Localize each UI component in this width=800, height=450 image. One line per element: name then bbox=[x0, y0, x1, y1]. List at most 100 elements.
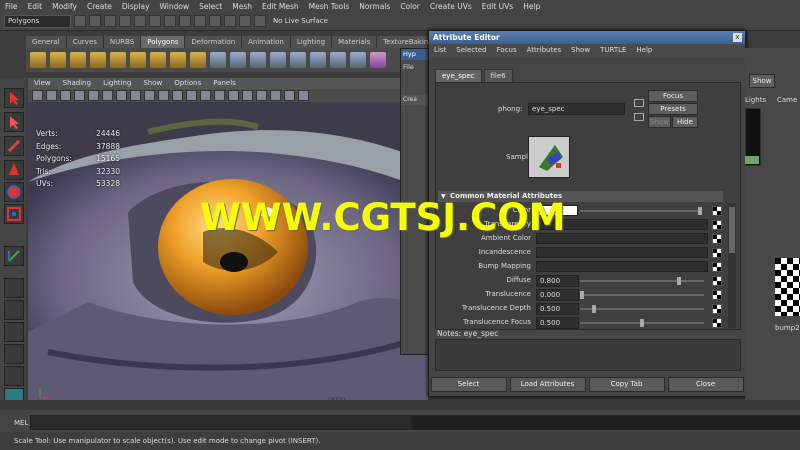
select-hierarchy-icon[interactable] bbox=[119, 15, 131, 27]
wire-on-shaded-icon[interactable] bbox=[200, 90, 211, 101]
ae-menu-attributes[interactable]: Attributes bbox=[522, 44, 567, 57]
menu-mesh-tools[interactable]: Mesh Tools bbox=[304, 2, 355, 11]
menu-normals[interactable]: Normals bbox=[354, 2, 395, 11]
vp-menu-lighting[interactable]: Lighting bbox=[97, 78, 137, 89]
select-object-icon[interactable] bbox=[134, 15, 146, 27]
menu-edit-uvs[interactable]: Edit UVs bbox=[477, 2, 518, 11]
hypershade-menu-file[interactable]: File bbox=[403, 63, 414, 71]
translucence-depth-field[interactable]: 0.500 bbox=[536, 303, 579, 315]
wireframe-icon[interactable] bbox=[172, 90, 183, 101]
poly-cone-icon[interactable] bbox=[90, 52, 106, 68]
bridge-icon[interactable] bbox=[270, 52, 286, 68]
uv-editor-icon[interactable] bbox=[370, 52, 386, 68]
tab-file6[interactable]: file6 bbox=[483, 69, 513, 82]
append-icon[interactable] bbox=[290, 52, 306, 68]
shelf-tab-general[interactable]: General bbox=[26, 36, 67, 48]
use-lights-icon[interactable] bbox=[228, 90, 239, 101]
menu-create-uvs[interactable]: Create UVs bbox=[425, 2, 477, 11]
field-chart-icon[interactable] bbox=[144, 90, 155, 101]
smooth-icon[interactable] bbox=[330, 52, 346, 68]
layout-outliner-icon[interactable] bbox=[4, 344, 24, 364]
poly-prism-icon[interactable] bbox=[150, 52, 166, 68]
viewport-panel[interactable]: View Shading Lighting Show Options Panel… bbox=[28, 78, 428, 408]
grid-icon[interactable] bbox=[88, 90, 99, 101]
vp-menu-view[interactable]: View bbox=[28, 78, 57, 89]
mel-input[interactable] bbox=[30, 415, 412, 430]
bump-mapping-map-icon[interactable] bbox=[712, 262, 722, 272]
focus-button[interactable]: Focus bbox=[648, 90, 698, 102]
load-attributes-button[interactable]: Load Attributes bbox=[509, 376, 586, 392]
translucence-field[interactable]: 0.000 bbox=[536, 289, 579, 301]
hide-button[interactable]: Hide bbox=[672, 116, 698, 128]
poly-cube-icon[interactable] bbox=[50, 52, 66, 68]
separate-icon[interactable] bbox=[230, 52, 246, 68]
snap-curve-icon[interactable] bbox=[179, 15, 191, 27]
diffuse-field[interactable]: 0.800 bbox=[536, 275, 579, 287]
snap-grid-icon[interactable] bbox=[164, 15, 176, 27]
shelf-tab-lighting[interactable]: Lighting bbox=[290, 36, 333, 48]
show-manipulator-icon[interactable] bbox=[4, 246, 24, 266]
diffuse-map-icon[interactable] bbox=[712, 276, 722, 286]
color-slider[interactable] bbox=[580, 207, 702, 215]
ae-menu-focus[interactable]: Focus bbox=[492, 44, 522, 57]
ae-menu-help[interactable]: Help bbox=[631, 44, 657, 57]
shadows-icon[interactable] bbox=[242, 90, 253, 101]
tab-eye-spec[interactable]: eye_spec bbox=[435, 69, 482, 82]
show-button[interactable]: Show bbox=[648, 116, 671, 128]
lasso-tool-icon[interactable] bbox=[4, 112, 24, 132]
magnet-icon[interactable] bbox=[254, 15, 266, 27]
menu-help[interactable]: Help bbox=[518, 2, 545, 11]
incandescence-field[interactable] bbox=[536, 247, 708, 258]
viewport-scene[interactable]: Verts: 24446 Edges: 37888 Polygons: 15165 T… bbox=[28, 102, 428, 408]
incandescence-map-icon[interactable] bbox=[712, 248, 722, 258]
shelf-tab-deformation[interactable]: Deformation bbox=[185, 36, 243, 48]
vp-menu-panels[interactable]: Panels bbox=[207, 78, 242, 89]
poly-pipe-icon[interactable] bbox=[190, 52, 206, 68]
scrollbar-thumb[interactable] bbox=[729, 207, 735, 253]
resolution-gate-icon[interactable] bbox=[116, 90, 127, 101]
ae-menu-show[interactable]: Show bbox=[566, 44, 595, 57]
film-gate-icon[interactable] bbox=[102, 90, 113, 101]
render-settings-icon[interactable] bbox=[239, 15, 251, 27]
rotate-tool-icon[interactable] bbox=[4, 182, 24, 202]
select-button[interactable]: Select bbox=[430, 376, 507, 392]
new-scene-icon[interactable] bbox=[74, 15, 86, 27]
translucence-focus-field[interactable]: 0.500 bbox=[536, 317, 579, 329]
input-connection-icon[interactable] bbox=[634, 99, 644, 107]
bookmark-icon[interactable] bbox=[60, 90, 71, 101]
snap-point-icon[interactable] bbox=[194, 15, 206, 27]
menu-color[interactable]: Color bbox=[395, 2, 425, 11]
shelf-tab-animation[interactable]: Animation bbox=[242, 36, 291, 48]
menu-file[interactable]: File bbox=[0, 2, 23, 11]
close-icon[interactable]: x bbox=[733, 33, 742, 42]
layout-four-icon[interactable] bbox=[4, 300, 24, 320]
poly-torus-icon[interactable] bbox=[130, 52, 146, 68]
translucence-map-icon[interactable] bbox=[712, 290, 722, 300]
menu-select[interactable]: Select bbox=[194, 2, 227, 11]
translucence-focus-slider[interactable] bbox=[580, 319, 704, 327]
render-icon[interactable] bbox=[209, 15, 221, 27]
vp-menu-shading[interactable]: Shading bbox=[57, 78, 97, 89]
tab-cameras[interactable]: Came bbox=[777, 96, 797, 104]
output-connection-icon[interactable] bbox=[634, 113, 644, 121]
menu-mesh[interactable]: Mesh bbox=[227, 2, 257, 11]
menu-create[interactable]: Create bbox=[82, 2, 117, 11]
vp-menu-options[interactable]: Options bbox=[168, 78, 207, 89]
translucence-depth-map-icon[interactable] bbox=[712, 304, 722, 314]
poly-cylinder-icon[interactable] bbox=[70, 52, 86, 68]
close-button[interactable]: Close bbox=[667, 376, 744, 392]
poly-sphere-icon[interactable] bbox=[30, 52, 46, 68]
poly-pyramid-icon[interactable] bbox=[170, 52, 186, 68]
translucence-depth-slider[interactable] bbox=[580, 305, 704, 313]
extrude-icon[interactable] bbox=[250, 52, 266, 68]
layout-graph-icon[interactable] bbox=[4, 366, 24, 386]
select-component-icon[interactable] bbox=[149, 15, 161, 27]
image-plane-icon[interactable] bbox=[74, 90, 85, 101]
file-texture-swatch[interactable] bbox=[775, 258, 800, 316]
select-tool-icon[interactable] bbox=[4, 88, 24, 108]
hypershade-tab-create[interactable]: Crea bbox=[401, 95, 431, 105]
layout-single-icon[interactable] bbox=[4, 278, 24, 298]
attribute-scrollbar[interactable] bbox=[728, 203, 736, 328]
mel-label[interactable]: MEL bbox=[14, 419, 28, 427]
smooth-shade-icon[interactable] bbox=[186, 90, 197, 101]
